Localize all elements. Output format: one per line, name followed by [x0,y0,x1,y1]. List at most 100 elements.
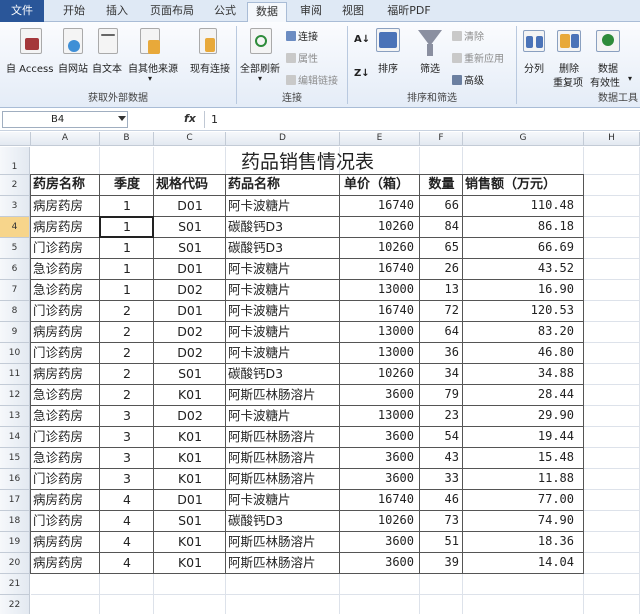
table-cell[interactable]: 阿斯匹林肠溶片 [226,468,340,489]
row-header[interactable]: 18 [0,511,30,532]
table-cell[interactable]: 13000 [340,405,420,426]
table-cell[interactable]: 病房药房 [31,552,100,573]
table-cell[interactable]: 1 [100,279,154,300]
table-cell[interactable]: 51 [420,531,463,552]
table-cell[interactable]: 阿卡波糖片 [226,195,340,216]
table-cell[interactable]: 46.80 [463,342,584,363]
table-cell[interactable]: 4 [100,552,154,573]
table-cell[interactable]: 13 [420,279,463,300]
table-cell[interactable]: 34.88 [463,363,584,384]
table-cell[interactable]: 4 [100,531,154,552]
table-cell[interactable]: 3600 [340,384,420,405]
table-cell[interactable]: 3 [100,447,154,468]
table-cell[interactable]: 16740 [340,300,420,321]
table-cell[interactable]: 73 [420,510,463,531]
table-cell[interactable]: 84 [420,216,463,237]
table-cell[interactable]: 病房药房 [31,531,100,552]
row-header[interactable]: 2 [0,175,30,196]
table-cell[interactable]: 3600 [340,447,420,468]
table-cell[interactable]: 2 [100,300,154,321]
row-header[interactable]: 16 [0,469,30,490]
table-cell[interactable]: K01 [154,426,226,447]
table-cell[interactable]: 19.44 [463,426,584,447]
table-cell[interactable]: 2 [100,384,154,405]
table-cell[interactable]: 10260 [340,510,420,531]
table-cell[interactable]: 门诊药房 [31,426,100,447]
table-cell[interactable]: 66.69 [463,237,584,258]
tab-data[interactable]: 数据 [247,2,287,23]
tab-insert[interactable]: 插入 [100,2,134,22]
table-cell[interactable]: S01 [154,363,226,384]
table-cell[interactable]: 16740 [340,258,420,279]
table-cell[interactable]: 碳酸钙D3 [226,216,340,237]
row-header[interactable]: 7 [0,280,30,301]
table-cell[interactable]: 86.18 [463,216,584,237]
connections-button[interactable]: 连接 [286,28,318,43]
column-header-a[interactable]: A [31,132,100,146]
table-cell[interactable]: 急诊药房 [31,405,100,426]
row-header[interactable]: 19 [0,532,30,553]
table-cell[interactable]: D02 [154,279,226,300]
row-header[interactable]: 3 [0,196,30,217]
row-header[interactable]: 13 [0,406,30,427]
select-all-corner[interactable] [0,132,31,146]
column-header-g[interactable]: G [463,132,584,146]
column-header-b[interactable]: B [100,132,154,146]
table-cell[interactable]: 门诊药房 [31,300,100,321]
table-cell[interactable]: 阿卡波糖片 [226,489,340,510]
sort-z-a-button[interactable]: Z↓ [354,68,370,79]
row-header[interactable]: 22 [0,595,30,614]
table-cell[interactable]: 65 [420,237,463,258]
table-cell[interactable]: 66 [420,195,463,216]
table-cell[interactable]: 急诊药房 [31,258,100,279]
row-header[interactable]: 9 [0,322,30,343]
table-cell[interactable]: D01 [154,258,226,279]
table-cell[interactable]: 74.90 [463,510,584,531]
table-cell[interactable]: 79 [420,384,463,405]
table-cell[interactable]: 1 [100,195,154,216]
table-cell[interactable]: 33 [420,468,463,489]
insert-function-icon[interactable]: fx [184,112,196,125]
table-cell[interactable]: 10260 [340,363,420,384]
table-cell[interactable]: 门诊药房 [31,468,100,489]
row-header[interactable]: 6 [0,259,30,280]
table-cell[interactable]: 3600 [340,426,420,447]
table-cell[interactable]: 77.00 [463,489,584,510]
table-cell[interactable]: 急诊药房 [31,447,100,468]
table-cell[interactable]: 64 [420,321,463,342]
column-header-e[interactable]: E [340,132,420,146]
table-cell[interactable]: 18.36 [463,531,584,552]
table-cell[interactable]: 急诊药房 [31,279,100,300]
header-cell[interactable]: 销售额（万元） [463,174,584,195]
table-cell[interactable]: 阿卡波糖片 [226,300,340,321]
table-cell[interactable]: 门诊药房 [31,342,100,363]
sheet-title[interactable]: 药品销售情况表 [31,147,584,175]
table-cell[interactable]: 26 [420,258,463,279]
tab-formulas[interactable]: 公式 [208,2,242,22]
column-header-c[interactable]: C [154,132,226,146]
table-cell[interactable]: 阿卡波糖片 [226,405,340,426]
table-cell[interactable]: D01 [154,300,226,321]
table-cell[interactable]: 阿斯匹林肠溶片 [226,426,340,447]
table-cell[interactable]: 39 [420,552,463,573]
column-header-h[interactable]: H [584,132,640,146]
table-cell[interactable]: K01 [154,552,226,573]
table-cell[interactable]: 病房药房 [31,363,100,384]
table-cell[interactable]: 4 [100,489,154,510]
table-cell[interactable]: 碳酸钙D3 [226,237,340,258]
table-cell[interactable]: 28.44 [463,384,584,405]
table-cell[interactable]: 3 [100,405,154,426]
table-cell[interactable]: D02 [154,342,226,363]
table-cell[interactable]: 34 [420,363,463,384]
tab-foxit-pdf[interactable]: 福昕PDF [378,2,440,22]
header-cell[interactable]: 单价（箱） [340,174,420,195]
table-cell[interactable]: 阿斯匹林肠溶片 [226,531,340,552]
table-cell[interactable]: 4 [100,510,154,531]
table-cell[interactable]: 碳酸钙D3 [226,510,340,531]
table-cell[interactable]: 14.04 [463,552,584,573]
reapply-button[interactable]: 重新应用 [452,50,504,65]
table-cell[interactable]: S01 [154,237,226,258]
table-cell[interactable]: 3600 [340,531,420,552]
table-cell[interactable]: K01 [154,447,226,468]
clear-filter-button[interactable]: 清除 [452,28,484,43]
